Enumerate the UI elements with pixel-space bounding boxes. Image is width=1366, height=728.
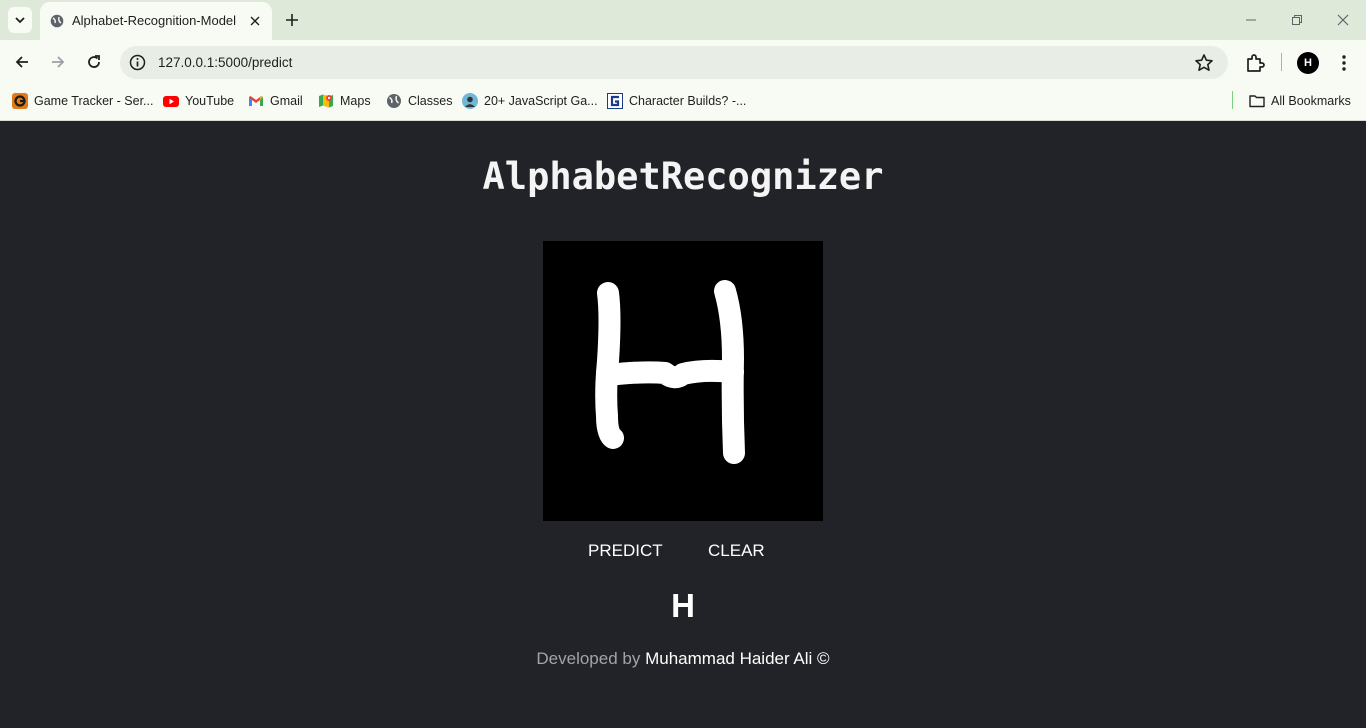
drawing-canvas[interactable] [543, 241, 823, 521]
all-bookmarks-label: All Bookmarks [1271, 94, 1351, 108]
bookmark-maps[interactable]: Maps [318, 92, 371, 110]
footer: Developed by Muhammad Haider Ali © [0, 649, 1366, 669]
footer-prefix: Developed by [536, 649, 641, 668]
all-bookmarks-button[interactable]: All Bookmarks [1249, 92, 1351, 110]
info-icon[interactable] [129, 54, 146, 71]
bookmark-game-tracker[interactable]: Game Tracker - Ser... [12, 92, 153, 110]
url-text[interactable]: 127.0.0.1:5000/predict [158, 55, 292, 70]
page-content: AlphabetRecognizer PREDICT CLEAR H Devel… [0, 121, 1366, 728]
bookmark-youtube[interactable]: YouTube [163, 92, 234, 110]
predict-button[interactable]: PREDICT [588, 541, 663, 561]
forward-button[interactable] [47, 51, 69, 73]
footer-author: Muhammad Haider Ali © [645, 649, 830, 668]
profile-avatar[interactable]: H [1297, 52, 1319, 74]
prediction-result: H [671, 587, 695, 624]
reload-button[interactable] [83, 51, 105, 73]
bookmark-classes[interactable]: Classes [386, 92, 452, 110]
address-bar[interactable]: 127.0.0.1:5000/predict [120, 46, 1228, 79]
kebab-menu-icon [1342, 55, 1346, 71]
game-tracker-icon [12, 93, 28, 109]
toolbar: 127.0.0.1:5000/predict [0, 40, 1366, 84]
app-title: AlphabetRecognizer [482, 155, 884, 198]
bookmark-character-builds[interactable]: Character Builds? -... [607, 92, 746, 110]
bookmark-label: Classes [408, 94, 453, 108]
bookmark-label: Gmail [270, 94, 303, 108]
tab-title: Alphabet-Recognition-Model [72, 13, 237, 28]
avatar-icon [462, 93, 478, 109]
bookmark-label: Maps [340, 94, 371, 108]
chevron-down-icon [15, 17, 25, 24]
restore-icon [1292, 15, 1302, 25]
active-tab[interactable]: Alphabet-Recognition-Model [40, 2, 272, 40]
plus-icon [286, 14, 298, 26]
globe-icon [387, 94, 401, 108]
bookmarks-divider [1232, 91, 1233, 109]
back-button[interactable] [11, 51, 33, 73]
tab-strip: Alphabet-Recognition-Model [0, 0, 1366, 40]
toolbar-divider [1281, 53, 1282, 71]
gmail-icon [249, 96, 263, 106]
close-icon [1337, 14, 1349, 26]
bookmark-label: 20+ JavaScript Ga... [484, 94, 598, 108]
close-window-button[interactable] [1333, 10, 1353, 30]
forward-arrow-icon [52, 56, 65, 68]
folder-icon [1249, 95, 1265, 108]
drawn-letter [595, 280, 745, 464]
restore-button[interactable] [1287, 10, 1307, 30]
bookmark-label: Game Tracker - Ser... [34, 94, 154, 108]
maps-icon [319, 94, 333, 108]
bookmark-label: Character Builds? -... [629, 94, 747, 108]
close-tab-icon[interactable] [246, 12, 264, 30]
youtube-icon [163, 96, 179, 107]
minimize-button[interactable] [1241, 10, 1261, 30]
back-arrow-icon [15, 56, 28, 68]
bookmark-javascript-games[interactable]: 20+ JavaScript Ga... [462, 92, 598, 110]
reload-icon [88, 55, 100, 68]
extensions-puzzle-icon[interactable] [1244, 52, 1266, 74]
globe-icon [50, 14, 64, 28]
minimize-icon [1246, 19, 1256, 21]
new-tab-button[interactable] [282, 10, 302, 30]
bookmark-star-icon[interactable] [1194, 53, 1214, 73]
browser-menu-button[interactable] [1335, 52, 1353, 74]
bookmarks-bar: Game Tracker - Ser... YouTube Gmail Maps… [0, 84, 1366, 121]
clear-button[interactable]: CLEAR [708, 541, 765, 561]
character-builds-icon [607, 93, 623, 109]
bookmark-gmail[interactable]: Gmail [248, 92, 303, 110]
tab-search-button[interactable] [8, 7, 32, 33]
bookmark-label: YouTube [185, 94, 235, 108]
